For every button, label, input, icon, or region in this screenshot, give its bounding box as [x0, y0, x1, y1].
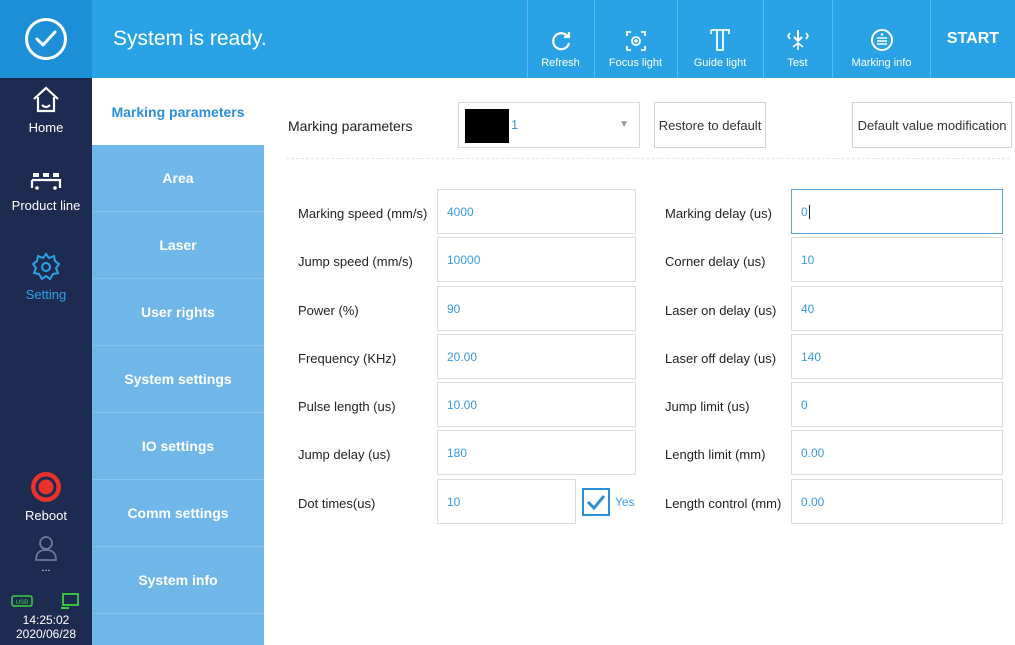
marking-delay-label: Marking delay (us): [665, 206, 772, 221]
reboot-icon: [31, 472, 61, 502]
sidebar-item-laser[interactable]: Laser: [92, 212, 264, 279]
length-control-input[interactable]: 0.00: [791, 479, 1003, 524]
corner-delay-input[interactable]: 10: [791, 237, 1003, 282]
jump-delay-label: Jump delay (us): [298, 447, 391, 462]
sidebar-item-area[interactable]: Area: [92, 145, 264, 212]
sidebar-item-user-rights[interactable]: User rights: [92, 279, 264, 346]
nav-home[interactable]: Home: [0, 84, 92, 135]
laser-off-delay-label: Laser off delay (us): [665, 351, 777, 366]
jump-limit-label: Jump limit (us): [665, 399, 750, 414]
user-icon: [35, 536, 57, 561]
focus-light-icon: [625, 31, 646, 51]
jump-speed-label: Jump speed (mm/s): [298, 254, 413, 269]
frequency-label: Frequency (KHz): [298, 351, 397, 366]
marking-speed-label: Marking speed (mm/s): [298, 206, 428, 221]
dot-times-input[interactable]: 10: [437, 479, 576, 524]
svg-text:USB: USB: [16, 600, 28, 606]
nav-user[interactable]: ...: [0, 534, 92, 574]
dot-times-checkbox[interactable]: [582, 488, 610, 516]
focus-light-button[interactable]: Focus light: [594, 0, 676, 78]
refresh-button[interactable]: Refresh: [527, 0, 593, 78]
length-control-label: Length control (mm): [665, 496, 782, 511]
length-limit-label: Length limit (mm): [665, 447, 766, 462]
dot-times-checkbox-label: Yes: [615, 495, 635, 509]
usb-icon: USB: [11, 595, 33, 607]
sidebar-item-comm-settings[interactable]: Comm settings: [92, 480, 264, 547]
product-line-icon: [30, 173, 62, 190]
param-set-label: Marking parameters: [288, 118, 413, 134]
laser-off-delay-input[interactable]: 140: [791, 334, 1003, 379]
sidebar-item-io-settings[interactable]: IO settings: [92, 413, 264, 480]
nav-product-line-label: Product line: [11, 198, 81, 213]
sidebar-item-marking-parameters[interactable]: Marking parameters: [92, 78, 264, 145]
nav-user-label: ...: [41, 562, 51, 574]
jump-limit-input[interactable]: 0: [791, 382, 1003, 427]
chevron-down-icon: ▼: [619, 119, 629, 130]
marking-info-button[interactable]: Marking info: [832, 0, 930, 78]
check-icon: [25, 18, 67, 60]
focus-light-label: Focus light: [608, 57, 663, 69]
main-content: Marking parameters 1 ▼ Restore to defaul…: [264, 78, 1015, 645]
top-bar: System is ready. Refresh Focus light Gui…: [0, 0, 1015, 78]
pulse-length-label: Pulse length (us): [298, 399, 396, 414]
gear-icon: [31, 252, 61, 281]
guide-light-label: Guide light: [693, 57, 747, 69]
marking-delay-value: 0: [801, 204, 808, 219]
marking-speed-input[interactable]: 4000: [437, 189, 636, 234]
nav-reboot[interactable]: Reboot: [0, 470, 92, 523]
guide-light-icon: [710, 29, 730, 51]
checkmark-icon: [586, 495, 606, 510]
start-button[interactable]: START: [930, 0, 1015, 78]
sidebar-item-system-info[interactable]: System info: [92, 547, 264, 614]
status-indicator: [0, 0, 92, 78]
text-caret: [808, 204, 810, 219]
home-icon: [33, 86, 59, 113]
power-input[interactable]: 90: [437, 286, 636, 331]
refresh-icon: [551, 32, 570, 51]
power-label: Power (%): [298, 303, 359, 318]
nav-setting[interactable]: Setting: [0, 251, 92, 302]
pulse-length-input[interactable]: 10.00: [437, 382, 636, 427]
jump-speed-input[interactable]: 10000: [437, 237, 636, 282]
laser-on-delay-label: Laser on delay (us): [665, 303, 777, 318]
marking-info-icon: [870, 29, 893, 51]
settings-sidebar: Marking parameters Area Laser User right…: [92, 78, 264, 645]
test-label: Test: [787, 57, 808, 69]
divider: [286, 158, 1010, 159]
test-button[interactable]: Test: [763, 0, 831, 78]
corner-delay-label: Corner delay (us): [665, 254, 766, 269]
test-icon: [786, 30, 809, 50]
length-limit-input[interactable]: 0.00: [791, 430, 1003, 475]
sidebar-item-system-settings[interactable]: System settings: [92, 346, 264, 413]
dot-times-label: Dot times(us): [298, 496, 376, 511]
param-set-select[interactable]: 1 ▼: [458, 102, 640, 148]
nav-product-line[interactable]: Product line: [0, 168, 92, 213]
color-swatch: [465, 109, 509, 143]
status-text: System is ready.: [113, 27, 267, 50]
laser-on-delay-input[interactable]: 40: [791, 286, 1003, 331]
marking-delay-input[interactable]: 0: [791, 189, 1003, 234]
jump-delay-input[interactable]: 180: [437, 430, 636, 475]
marking-info-label: Marking info: [851, 57, 912, 69]
nav-home-label: Home: [28, 120, 64, 135]
nav-setting-label: Setting: [25, 287, 67, 302]
status-icons: USB: [11, 591, 81, 611]
default-value-modification-button[interactable]: Default value modification: [852, 102, 1012, 148]
network-icon: [61, 593, 79, 609]
frequency-input[interactable]: 20.00: [437, 334, 636, 379]
clock-date: 2020/06/28: [15, 627, 77, 641]
guide-light-button[interactable]: Guide light: [677, 0, 762, 78]
nav-reboot-label: Reboot: [25, 508, 67, 523]
left-nav: Home Product line Setting Reboot ... USB…: [0, 78, 92, 645]
clock-time: 14:25:02: [22, 613, 70, 627]
restore-default-button[interactable]: Restore to default: [654, 102, 766, 148]
param-set-value: 1: [511, 117, 519, 132]
refresh-label: Refresh: [541, 57, 580, 69]
